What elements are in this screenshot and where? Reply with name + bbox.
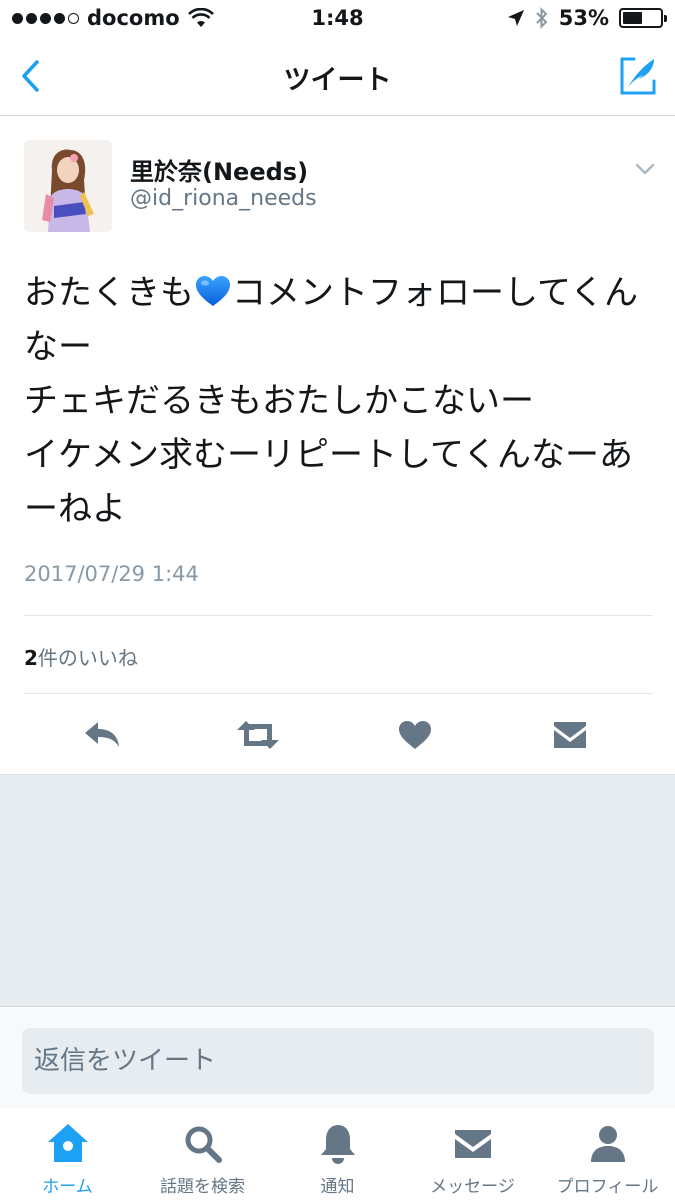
tab-search[interactable]: 話題を検索 [135, 1108, 270, 1200]
battery-icon [619, 8, 667, 28]
likes-count[interactable]: 2件のいいね [24, 642, 138, 671]
share-via-dm-button[interactable] [550, 716, 590, 754]
tweet-options-button[interactable] [632, 156, 658, 182]
battery-percent: 53% [558, 6, 609, 30]
reply-input[interactable] [22, 1028, 654, 1094]
author-handle[interactable]: @id_riona_needs [130, 186, 317, 211]
tab-label: プロフィール [556, 1177, 659, 1197]
envelope-icon [554, 722, 586, 748]
reply-button[interactable] [82, 716, 122, 754]
reply-icon [85, 722, 119, 747]
avatar[interactable] [24, 140, 112, 232]
tweet-detail: 里於奈(Needs) @id_riona_needs おたくきも コメントフォロー… [0, 116, 675, 774]
tweet-text: おたくきも コメントフォローしてくんなー チェキだるきもおたしかこないー イケメン… [24, 266, 644, 536]
divider [24, 615, 653, 616]
reply-bar [0, 1008, 675, 1108]
tweet-text-part: おたくきも [24, 273, 194, 313]
heart-icon [399, 721, 431, 749]
tab-home[interactable]: ホーム [0, 1108, 135, 1200]
blue-heart-emoji-icon [196, 276, 230, 306]
location-arrow-icon [507, 10, 524, 26]
avatar-image [24, 140, 112, 232]
tweet-actions [0, 696, 675, 772]
tab-bar: ホーム 話題を検索 通知 メッセージ プロフィール [0, 1108, 675, 1200]
tab-label: メッセージ [430, 1177, 515, 1197]
tab-label: 話題を検索 [160, 1177, 245, 1197]
chevron-down-icon [635, 163, 655, 175]
tab-label: 通知 [320, 1177, 355, 1197]
page-title: ツイート [283, 65, 392, 96]
navigation-bar: ツイート [0, 40, 675, 116]
envelope-icon [454, 1130, 491, 1158]
system-indicators: 53% [507, 6, 667, 30]
compose-tweet-button[interactable] [613, 52, 661, 100]
tab-messages[interactable]: メッセージ [405, 1108, 540, 1200]
bluetooth-icon [536, 7, 548, 29]
replies-area [0, 774, 675, 1007]
compose-tweet-icon [620, 57, 656, 95]
home-icon [47, 1124, 88, 1162]
bell-icon [320, 1125, 355, 1164]
person-icon [590, 1126, 625, 1162]
likes-label: 件のいいね [37, 646, 138, 670]
divider [24, 693, 653, 694]
likes-number: 2 [24, 646, 38, 670]
status-bar: docomo 1:48 53% [0, 0, 675, 40]
retweet-icon [237, 721, 279, 749]
retweet-button[interactable] [236, 716, 280, 754]
tweet-timestamp: 2017/07/29 1:44 [24, 562, 199, 586]
battery-level [623, 12, 643, 24]
tab-notifications[interactable]: 通知 [270, 1108, 405, 1200]
like-button[interactable] [395, 716, 435, 754]
tab-profile[interactable]: プロフィール [540, 1108, 675, 1200]
tab-label: ホーム [42, 1177, 93, 1197]
search-icon [185, 1126, 222, 1163]
author-name[interactable]: 里於奈(Needs) [130, 152, 308, 187]
